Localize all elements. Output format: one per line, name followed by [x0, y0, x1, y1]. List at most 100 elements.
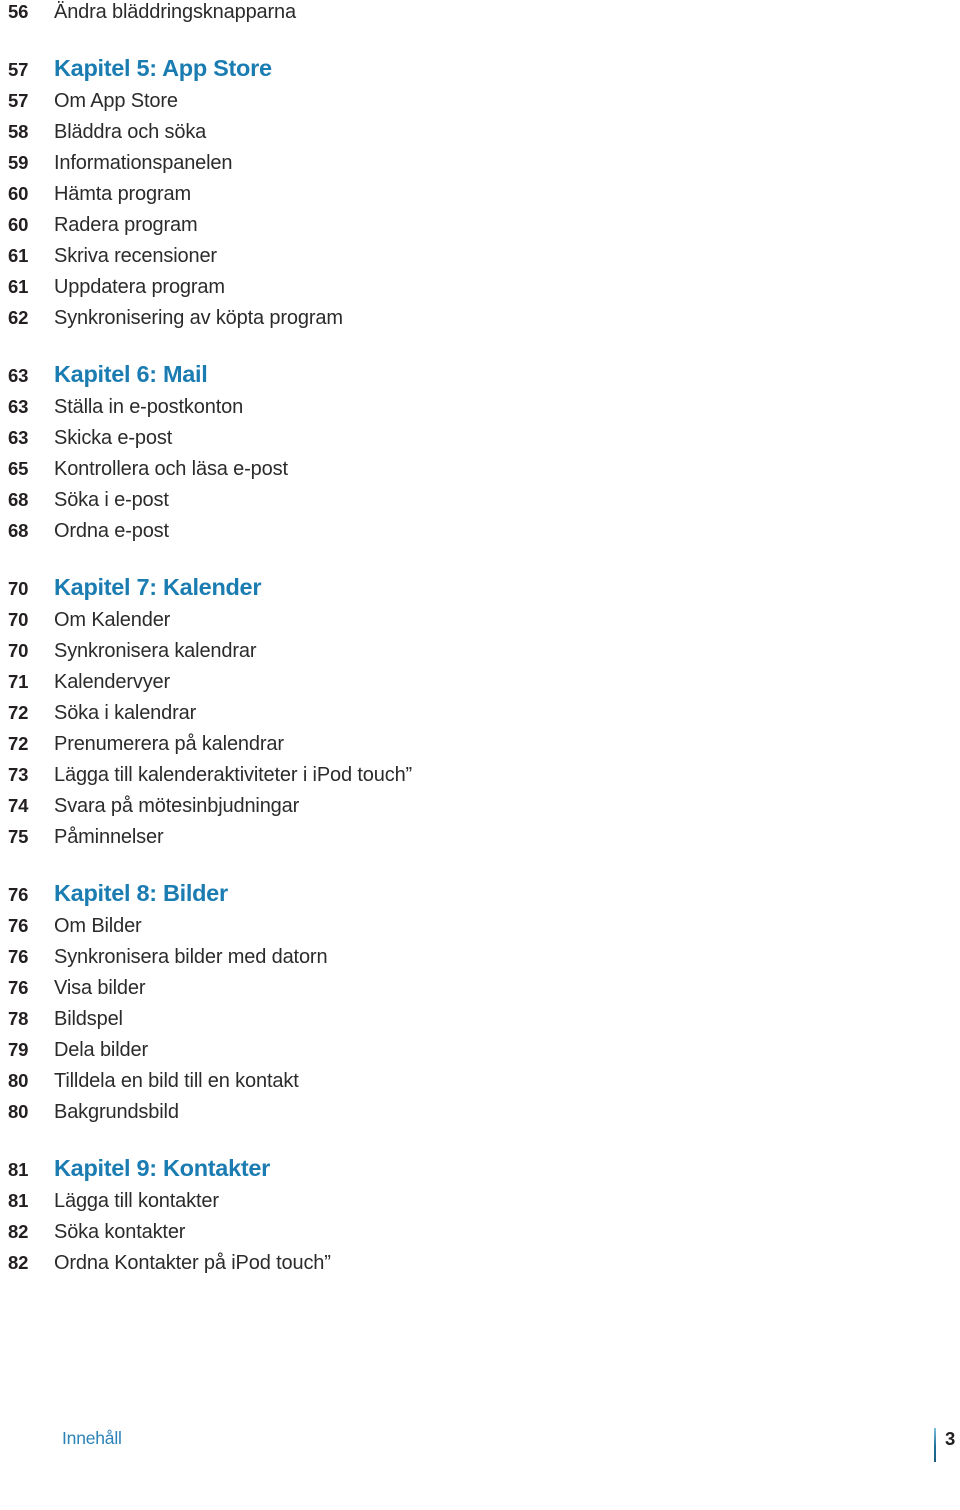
toc-entry-label: Söka kontakter: [54, 1221, 186, 1243]
toc-entry-page-number: 60: [8, 183, 29, 204]
toc-entry-label: Tilldela en bild till en kontakt: [54, 1070, 299, 1092]
toc-entry-label: Prenumerera på kalendrar: [54, 733, 284, 755]
toc-entry-page-number: 68: [8, 520, 29, 541]
toc-entry-label: Bildspel: [54, 1008, 123, 1030]
toc-entry-label: Bakgrundsbild: [54, 1101, 179, 1123]
toc-group: 57 Kapitel 5: App Store 57 Om App Store 58 Bl…: [0, 51, 960, 333]
toc-entry-row[interactable]: 63 Ställa in e-postkonton: [0, 391, 960, 422]
page-footer: Innehåll 3: [0, 1428, 960, 1468]
toc-entry-row[interactable]: 72 Prenumerera på kalendrar: [0, 728, 960, 759]
toc-entry-label: Uppdatera program: [54, 276, 225, 298]
toc-entry-page-number: 82: [8, 1221, 29, 1242]
toc-entry-label: Påminnelser: [54, 826, 164, 848]
toc-entry-row[interactable]: 80 Bakgrundsbild: [0, 1096, 960, 1127]
toc-entry-page-number: 56: [8, 1, 29, 22]
toc-entry-page-number: 80: [8, 1070, 29, 1091]
toc-entry-row[interactable]: 56 Ändra bläddringsknapparna: [0, 0, 960, 27]
toc-entry-page-number: 72: [8, 733, 29, 754]
toc-entry-label: Ordna Kontakter på iPod touch”: [54, 1252, 331, 1274]
toc-entry-label: Bläddra och söka: [54, 121, 207, 143]
table-of-contents: 56 Ändra bläddringsknapparna 57 Kapitel 5: …: [0, 0, 960, 1278]
toc-entry-row[interactable]: 70 Synkronisera kalendrar: [0, 635, 960, 666]
toc-entry-row[interactable]: 61 Uppdatera program: [0, 271, 960, 302]
toc-entry-row[interactable]: 73 Lägga till kalenderaktiviteter i iPod …: [0, 759, 960, 790]
toc-entry-label: Synkronisera bilder med datorn: [54, 946, 328, 968]
toc-entry-row[interactable]: 63 Skicka e-post: [0, 422, 960, 453]
toc-entry-page-number: 81: [8, 1159, 29, 1180]
toc-entry-page-number: 78: [8, 1008, 29, 1029]
toc-entry-row[interactable]: 78 Bildspel: [0, 1003, 960, 1034]
toc-entry-row[interactable]: 58 Bläddra och söka: [0, 116, 960, 147]
toc-entry-row[interactable]: 68 Söka i e-post: [0, 484, 960, 515]
toc-entry-row[interactable]: 60 Hämta program: [0, 178, 960, 209]
footer-divider-rule: [934, 1428, 936, 1462]
toc-entry-row[interactable]: 76 Synkronisera bilder med datorn: [0, 941, 960, 972]
toc-chapter-label: Kapitel 6: Mail: [54, 361, 208, 387]
toc-entry-page-number: 70: [8, 640, 29, 661]
toc-entry-page-number: 60: [8, 214, 29, 235]
toc-chapter-row[interactable]: 76 Kapitel 8: Bilder: [0, 876, 960, 910]
toc-chapter-row[interactable]: 70 Kapitel 7: Kalender: [0, 570, 960, 604]
toc-group: 76 Kapitel 8: Bilder 76 Om Bilder 76 Synkroni…: [0, 876, 960, 1127]
toc-entry-page-number: 76: [8, 977, 29, 998]
toc-entry-row[interactable]: 76 Om Bilder: [0, 910, 960, 941]
toc-entry-row[interactable]: 62 Synkronisering av köpta program: [0, 302, 960, 333]
toc-entry-page-number: 76: [8, 884, 29, 905]
toc-entry-page-number: 71: [8, 671, 29, 692]
toc-entry-label: Söka i kalendrar: [54, 702, 197, 724]
toc-entry-page-number: 59: [8, 152, 29, 173]
toc-entry-page-number: 70: [8, 578, 29, 599]
toc-entry-row[interactable]: 81 Lägga till kontakter: [0, 1185, 960, 1216]
toc-entry-label: Kalendervyer: [54, 671, 171, 693]
toc-entry-row[interactable]: 70 Om Kalender: [0, 604, 960, 635]
toc-entry-row[interactable]: 74 Svara på mötesinbjudningar: [0, 790, 960, 821]
toc-entry-label: Om App Store: [54, 90, 178, 112]
toc-entry-page-number: 70: [8, 609, 29, 630]
toc-entry-row[interactable]: 71 Kalendervyer: [0, 666, 960, 697]
toc-entry-row[interactable]: 79 Dela bilder: [0, 1034, 960, 1065]
toc-entry-label: Ordna e-post: [54, 520, 169, 542]
toc-chapter-row[interactable]: 57 Kapitel 5: App Store: [0, 51, 960, 85]
toc-entry-row[interactable]: 80 Tilldela en bild till en kontakt: [0, 1065, 960, 1096]
toc-entry-row[interactable]: 65 Kontrollera och läsa e-post: [0, 453, 960, 484]
toc-entry-row[interactable]: 57 Om App Store: [0, 85, 960, 116]
toc-entry-label: Radera program: [54, 214, 198, 236]
toc-group: 81 Kapitel 9: Kontakter 81 Lägga till konta…: [0, 1151, 960, 1278]
toc-entry-page-number: 76: [8, 915, 29, 936]
toc-entry-row[interactable]: 82 Ordna Kontakter på iPod touch”: [0, 1247, 960, 1278]
toc-entry-page-number: 81: [8, 1190, 29, 1211]
toc-entry-page-number: 57: [8, 90, 29, 111]
toc-entry-label: Lägga till kontakter: [54, 1190, 219, 1212]
toc-entry-label: Kontrollera och läsa e-post: [54, 458, 288, 480]
toc-entry-page-number: 80: [8, 1101, 29, 1122]
toc-entry-row[interactable]: 60 Radera program: [0, 209, 960, 240]
toc-chapter-row[interactable]: 81 Kapitel 9: Kontakter: [0, 1151, 960, 1185]
toc-entry-row[interactable]: 68 Ordna e-post: [0, 515, 960, 546]
toc-chapter-row[interactable]: 63 Kapitel 6: Mail: [0, 357, 960, 391]
toc-entry-row[interactable]: 75 Påminnelser: [0, 821, 960, 852]
toc-entry-label: Skriva recensioner: [54, 245, 217, 267]
toc-entry-row[interactable]: 59 Informationspanelen: [0, 147, 960, 178]
toc-entry-label: Söka i e-post: [54, 489, 169, 511]
toc-entry-page-number: 63: [8, 427, 29, 448]
toc-entry-row[interactable]: 72 Söka i kalendrar: [0, 697, 960, 728]
toc-entry-page-number: 68: [8, 489, 29, 510]
toc-entry-page-number: 61: [8, 245, 29, 266]
toc-entry-label: Om Bilder: [54, 915, 142, 937]
toc-entry-row[interactable]: 76 Visa bilder: [0, 972, 960, 1003]
toc-entry-label: Hämta program: [54, 183, 191, 205]
toc-entry-page-number: 63: [8, 396, 29, 417]
toc-entry-label: Dela bilder: [54, 1039, 148, 1061]
toc-group: 63 Kapitel 6: Mail 63 Ställa in e-postkonto…: [0, 357, 960, 546]
toc-entry-page-number: 57: [8, 59, 29, 80]
toc-entry-page-number: 72: [8, 702, 29, 723]
toc-entry-label: Ställa in e-postkonton: [54, 396, 244, 418]
toc-entry-row[interactable]: 82 Söka kontakter: [0, 1216, 960, 1247]
toc-entry-page-number: 73: [8, 764, 29, 785]
toc-entry-page-number: 75: [8, 826, 29, 847]
toc-entry-label: Lägga till kalenderaktiviteter i iPod to…: [54, 764, 413, 786]
toc-entry-page-number: 82: [8, 1252, 29, 1273]
toc-entry-label: Ändra bläddringsknapparna: [54, 1, 296, 23]
toc-entry-row[interactable]: 61 Skriva recensioner: [0, 240, 960, 271]
toc-entry-page-number: 76: [8, 946, 29, 967]
